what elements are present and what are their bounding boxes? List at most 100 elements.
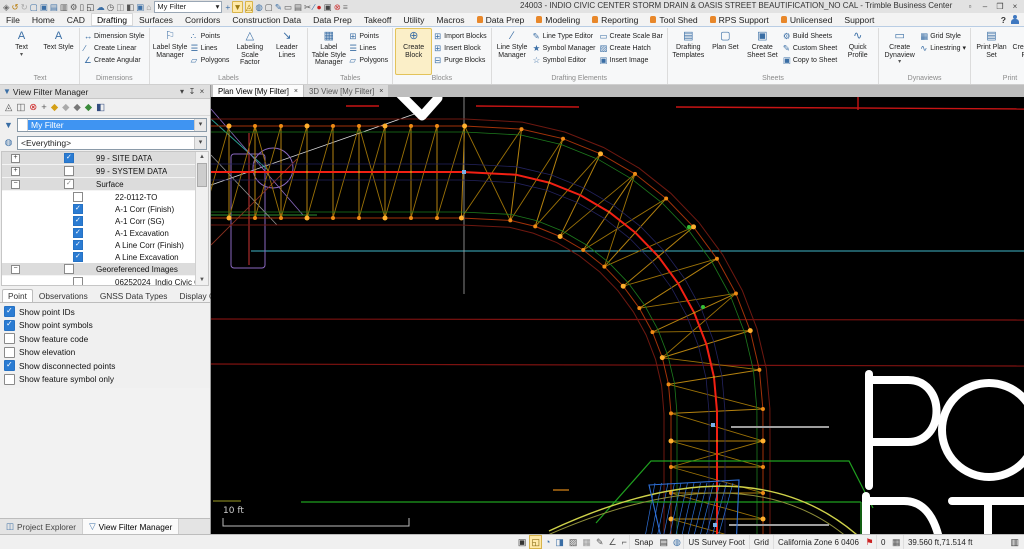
quick-access-icon[interactable]: ▢	[265, 2, 273, 12]
quick-access-icon[interactable]: ◱	[86, 2, 94, 12]
ribbon-small-button[interactable]: ⚙ Build Sheets	[781, 30, 839, 42]
chevron-down-icon[interactable]: ▾	[194, 136, 206, 149]
quick-access-icon[interactable]: ▢	[30, 2, 38, 12]
expand-icon[interactable]: +	[11, 166, 20, 176]
quick-access-icon[interactable]: ◷	[107, 2, 114, 12]
window-control-button[interactable]: ❒	[993, 2, 1007, 11]
ribbon-tab[interactable]: Surfaces	[133, 13, 179, 26]
option-row[interactable]: Show feature code	[4, 333, 206, 344]
quick-access-icon[interactable]: ≡	[343, 2, 348, 12]
status-item[interactable]: Grid	[748, 535, 773, 549]
ribbon-tab[interactable]: Utility	[397, 13, 430, 26]
quick-access-icon[interactable]: ▣	[40, 2, 48, 12]
quick-access-icon[interactable]: +	[225, 2, 230, 12]
quick-access-icon[interactable]: ◧	[126, 2, 134, 12]
scope-select[interactable]: <Everything> ▾	[17, 135, 207, 150]
option-checkbox[interactable]	[4, 306, 15, 317]
quick-access-icon[interactable]: ▭	[284, 2, 292, 12]
expand-icon[interactable]: −	[11, 264, 20, 274]
ribbon-large-button[interactable]: ▦ Label Table Style Manager	[310, 28, 347, 75]
ribbon-tab[interactable]: Data Prep	[307, 13, 358, 26]
tree-row[interactable]: A Line Excavation	[2, 251, 196, 263]
panel-toolbar-icon[interactable]: ◆	[73, 102, 80, 113]
quick-access-icon[interactable]: ◬	[244, 0, 254, 13]
option-checkbox[interactable]	[4, 373, 15, 385]
ribbon-small-button[interactable]: ▱ Polygons	[189, 54, 232, 66]
ribbon-small-button[interactable]: ∿ Linestring ▾	[918, 42, 968, 54]
ribbon-large-button[interactable]: ∕ Line Style Manager	[494, 28, 531, 75]
tree-checkbox[interactable]	[64, 179, 74, 189]
quick-access-icon[interactable]: ▼	[232, 0, 243, 13]
quick-access-icon[interactable]: ◫	[116, 2, 124, 12]
panel-toolbar-icon[interactable]: ◆	[85, 102, 92, 113]
tree-checkbox[interactable]	[73, 216, 83, 226]
ribbon-small-button[interactable]: ▱ Polygons	[347, 54, 390, 66]
status-item[interactable]: ▨	[566, 535, 580, 549]
status-item[interactable]: ▦	[889, 535, 903, 549]
ribbon-large-button[interactable]: ▢ Plan Set	[707, 28, 744, 75]
tree-row[interactable]: − Surface	[2, 178, 196, 191]
quick-access-icon[interactable]: ☁	[96, 2, 105, 12]
ribbon-small-button[interactable]: ▭ Create Scale Bar	[598, 30, 665, 42]
quick-access-icon[interactable]: ▣	[136, 2, 144, 12]
ribbon-small-button[interactable]: ∠ Create Angular	[82, 54, 147, 66]
tree-checkbox[interactable]	[64, 264, 74, 274]
ribbon-tab[interactable]: Macros	[430, 13, 470, 26]
tree-row[interactable]: + 99 - SYSTEM DATA	[2, 165, 196, 178]
quick-access-icon[interactable]: ▤	[294, 2, 302, 12]
ribbon-tab[interactable]: Tool Shed	[644, 13, 703, 26]
ribbon-large-button[interactable]: ▭ Create Dynaview	[881, 28, 918, 75]
quick-access-icon[interactable]: ✎	[275, 2, 282, 12]
status-item[interactable]: California Zone 6 0406	[772, 535, 863, 549]
panel-header-button[interactable]: ▾	[177, 87, 187, 96]
ribbon-small-button[interactable]: ⊞ Insert Block	[432, 42, 488, 54]
status-item[interactable]: ⌐	[619, 535, 629, 549]
tree-checkbox[interactable]	[64, 153, 74, 163]
ribbon-large-button[interactable]: ⊕ Create Block	[395, 28, 433, 75]
ribbon-tab[interactable]: Data Prep	[471, 13, 531, 26]
tree-row[interactable]: + 99 - SITE DATA	[2, 152, 196, 165]
option-checkbox[interactable]	[4, 346, 15, 358]
ribbon-small-button[interactable]: ▦ Grid Style	[918, 30, 968, 42]
ribbon-small-button[interactable]: ▣ Copy to Sheet	[781, 54, 839, 66]
quick-access-icon[interactable]: ↺	[12, 2, 19, 12]
ribbon-small-button[interactable]: ☆ Symbol Editor	[531, 54, 598, 66]
status-item[interactable]: ▦	[580, 535, 594, 549]
tree-row[interactable]: 22-0112-TO	[2, 191, 196, 203]
options-tab[interactable]: GNSS Data Types	[94, 289, 174, 302]
tree-scrollbar[interactable]: ▲ ▼	[195, 152, 208, 285]
ribbon-small-button[interactable]: ☰ Lines	[189, 42, 232, 54]
quick-access-icon[interactable]: ⚙	[70, 2, 78, 12]
status-grid-icon[interactable]: ▥	[1010, 537, 1021, 548]
status-item[interactable]: ◍	[671, 535, 684, 549]
ribbon-tab[interactable]: Reporting	[586, 13, 644, 26]
quick-access-icon[interactable]: ▣	[324, 2, 332, 12]
quick-access-icon[interactable]: ⊗	[334, 2, 341, 12]
ribbon-small-button[interactable]: ✎ Line Type Editor	[531, 30, 598, 42]
ribbon-large-button[interactable]: A Text Style	[40, 28, 77, 75]
ribbon-small-button[interactable]: ∴ Points	[189, 30, 232, 42]
ribbon-large-button[interactable]: ∿ Quick Profile	[839, 28, 876, 75]
ribbon-large-button[interactable]: ↘ Leader Lines	[268, 28, 305, 75]
tab-plan-view[interactable]: Plan View [My Filter] ×	[213, 85, 304, 97]
ribbon-large-button[interactable]: ⚐ Label Style Manager	[152, 28, 189, 75]
ribbon-small-button[interactable]: ↔ Dimension Style	[82, 30, 147, 42]
chevron-down-icon[interactable]: ▾	[194, 119, 206, 131]
ribbon-tab[interactable]: Unlicensed	[775, 13, 839, 26]
ribbon-large-button[interactable]: ▤ Print Plan Set	[973, 28, 1010, 75]
ribbon-large-button[interactable]: ▲Create 3D PDF	[1010, 28, 1024, 75]
filter-select[interactable]: My Filter ▾	[17, 118, 207, 132]
window-control-button[interactable]: ▫	[963, 2, 977, 11]
ribbon-tab[interactable]: Takeoff	[358, 13, 398, 26]
quick-access-icon[interactable]: ▤	[50, 2, 58, 12]
ribbon-tab[interactable]: RPS Support	[704, 13, 775, 26]
quick-access-icon[interactable]: ∕	[313, 2, 314, 12]
panel-header-button[interactable]: ↧	[187, 87, 197, 96]
ribbon-small-button[interactable]: ∕ Create Linear	[82, 42, 147, 54]
option-row[interactable]: Show elevation	[4, 346, 206, 358]
panel-header-button[interactable]: ×	[197, 87, 207, 96]
tree-checkbox[interactable]	[73, 192, 83, 202]
tab-3d-view[interactable]: 3D View [My Filter] ×	[304, 85, 389, 97]
scroll-up-icon[interactable]: ▲	[199, 152, 205, 162]
close-icon[interactable]: ×	[379, 88, 383, 95]
